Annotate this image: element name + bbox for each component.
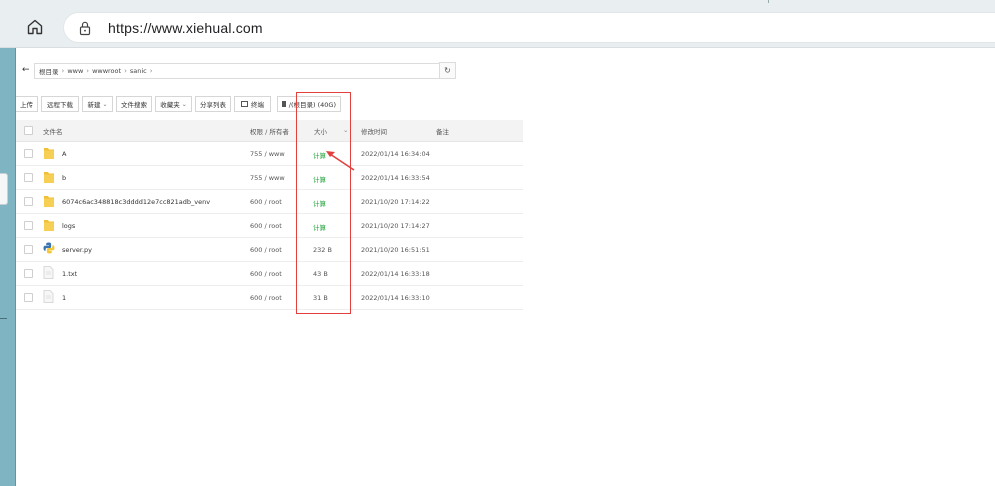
file-mtime: 2022/01/14 16:33:54	[361, 174, 430, 182]
url-text[interactable]: https://www.xiehual.com	[108, 20, 263, 36]
chevron-right-icon: ›	[149, 67, 153, 75]
rail-toggle-button[interactable]	[0, 173, 8, 205]
folder-icon	[43, 170, 57, 186]
file-icon	[43, 266, 57, 282]
table-row[interactable]: 6074c6ac348818c3dddd12e7cc821adb_venv 600…	[16, 190, 523, 214]
chevron-down-icon: ⌄	[102, 100, 108, 108]
row-checkbox[interactable]	[24, 269, 33, 278]
file-permission[interactable]: 600 / root	[250, 222, 282, 230]
file-permission[interactable]: 600 / root	[250, 198, 282, 206]
file-name[interactable]: logs	[62, 222, 75, 230]
address-bar[interactable]: https://www.xiehual.com	[63, 12, 995, 43]
folder-icon	[43, 194, 57, 210]
path-bar: ← 根目录 › www › wwwroot › sanic ›	[16, 63, 456, 79]
file-mtime: 2021/10/20 17:14:22	[361, 198, 430, 206]
window-edge-mark	[768, 0, 778, 3]
new-label: 新建	[87, 101, 101, 109]
home-icon	[27, 19, 43, 35]
python-file-icon	[43, 242, 57, 258]
remote-download-button[interactable]: 远程下载	[41, 96, 79, 112]
table-row[interactable]: server.py 600 / root 232 B 2021/10/20 16:51…	[16, 238, 523, 262]
file-mtime: 2021/10/20 16:51:51	[361, 246, 430, 254]
terminal-button[interactable]: 终端	[234, 96, 271, 112]
row-checkbox[interactable]	[24, 245, 33, 254]
file-name[interactable]: A	[62, 150, 66, 158]
row-checkbox[interactable]	[24, 221, 33, 230]
share-list-button[interactable]: 分享列表	[195, 96, 231, 112]
chevron-right-icon: ›	[86, 67, 90, 75]
browser-toolbar: https://www.xiehual.com	[0, 0, 995, 48]
row-checkbox[interactable]	[24, 173, 33, 182]
terminal-label: 终端	[251, 101, 264, 109]
favorites-label: 收藏夹	[160, 101, 180, 109]
file-search-label: 文件搜索	[121, 101, 147, 109]
file-mtime: 2022/01/14 16:33:18	[361, 270, 430, 278]
breadcrumb[interactable]: 根目录 › www › wwwroot › sanic ›	[34, 63, 453, 79]
remote-download-label: 远程下载	[47, 101, 73, 109]
column-header-mtime[interactable]: 修改时间	[361, 126, 387, 136]
file-permission[interactable]: 600 / root	[250, 294, 282, 302]
file-mtime: 2022/01/14 16:33:10	[361, 294, 430, 302]
size-column-highlight	[296, 92, 351, 314]
select-all-checkbox[interactable]	[24, 126, 33, 135]
rail-divider	[0, 318, 7, 319]
file-name[interactable]: b	[62, 174, 66, 182]
file-search-button[interactable]: 文件搜索	[116, 96, 152, 112]
file-permission[interactable]: 600 / root	[250, 246, 282, 254]
file-name[interactable]: server.py	[62, 246, 92, 254]
refresh-button[interactable]: ↻	[439, 62, 456, 79]
folder-icon	[43, 146, 57, 162]
file-icon	[43, 290, 57, 306]
file-name[interactable]: 6074c6ac348818c3dddd12e7cc821adb_venv	[62, 198, 210, 206]
lock-icon[interactable]	[78, 20, 92, 36]
column-header-note: 备注	[436, 128, 449, 136]
file-permission[interactable]: 600 / root	[250, 270, 282, 278]
column-header-name[interactable]: 文件名	[43, 126, 63, 136]
upload-button[interactable]: 上传	[16, 96, 38, 112]
back-arrow-icon[interactable]: ←	[22, 65, 30, 75]
side-rail	[0, 48, 16, 486]
folder-icon	[43, 218, 57, 234]
chevron-right-icon: ›	[61, 67, 65, 75]
breadcrumb-item[interactable]: sanic	[130, 67, 147, 75]
refresh-icon: ↻	[444, 66, 451, 75]
disk-icon	[282, 101, 286, 107]
terminal-icon	[241, 101, 248, 107]
column-header-permission[interactable]: 权限 / 所有者	[250, 126, 289, 136]
table-row[interactable]: A 755 / www 计算 2022/01/14 16:34:04	[16, 142, 523, 166]
table-row[interactable]: 1.txt 600 / root 43 B 2022/01/14 16:33:18	[16, 262, 523, 286]
file-name[interactable]: 1.txt	[62, 270, 77, 278]
file-name[interactable]: 1	[62, 294, 66, 302]
row-checkbox[interactable]	[24, 149, 33, 158]
share-list-label: 分享列表	[200, 101, 226, 109]
file-mtime: 2022/01/14 16:34:04	[361, 150, 430, 158]
row-checkbox[interactable]	[24, 293, 33, 302]
new-button[interactable]: 新建 ⌄	[82, 96, 113, 112]
file-toolbar: 上传 远程下载 新建 ⌄ 文件搜索 收藏夹 ⌄ 分享列表 终端 /(根目录) (40…	[16, 96, 344, 112]
file-mtime: 2021/10/20 17:14:27	[361, 222, 430, 230]
upload-label: 上传	[20, 101, 33, 109]
annotation-arrow-icon	[326, 151, 355, 171]
breadcrumb-item[interactable]: www	[67, 67, 83, 75]
chevron-down-icon: ⌄	[181, 100, 187, 108]
file-permission[interactable]: 755 / www	[250, 174, 285, 182]
table-row[interactable]: logs 600 / root 计算 2021/10/20 17:14:27	[16, 214, 523, 238]
home-button[interactable]	[20, 12, 50, 42]
file-permission[interactable]: 755 / www	[250, 150, 285, 158]
breadcrumb-item[interactable]: 根目录	[39, 66, 59, 76]
table-row[interactable]: b 755 / www 计算 2022/01/14 16:33:54	[16, 166, 523, 190]
file-manager: ← 根目录 › www › wwwroot › sanic › ↻ 上传 远程下…	[16, 48, 526, 318]
file-table-header: 文件名 权限 / 所有者 大小 ⌄ 修改时间 备注	[16, 120, 523, 142]
chevron-right-icon: ›	[124, 67, 127, 75]
favorites-button[interactable]: 收藏夹 ⌄	[155, 96, 192, 112]
breadcrumb-item[interactable]: wwwroot	[92, 67, 121, 75]
table-row[interactable]: 1 600 / root 31 B 2022/01/14 16:33:10	[16, 286, 523, 310]
row-checkbox[interactable]	[24, 197, 33, 206]
